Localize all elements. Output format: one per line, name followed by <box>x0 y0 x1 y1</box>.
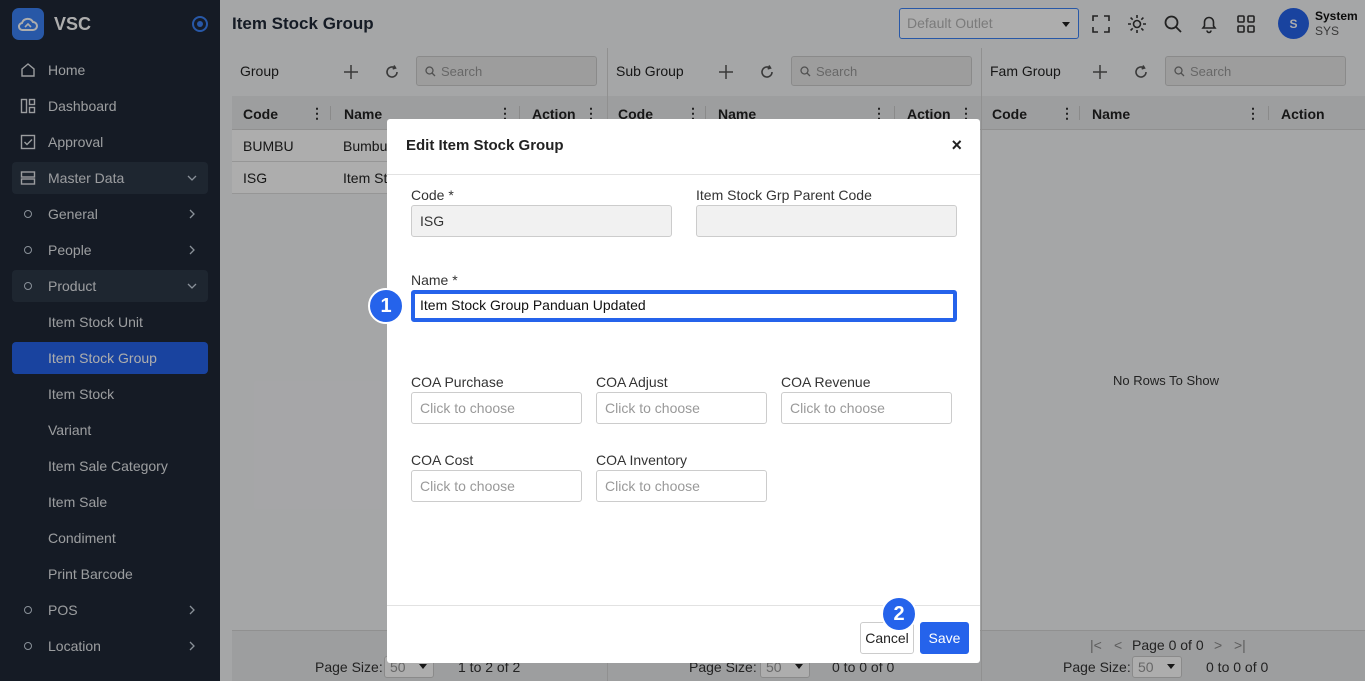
parent-code-field[interactable] <box>696 205 957 237</box>
close-icon[interactable]: × <box>951 135 962 155</box>
parent-code-label: Item Stock Grp Parent Code <box>696 187 872 203</box>
step-badge-1: 1 <box>368 288 404 324</box>
save-button[interactable]: Save <box>920 622 969 654</box>
step-badge-2: 2 <box>881 596 917 632</box>
coa-cost-label: COA Cost <box>411 452 474 468</box>
coa-revenue-field[interactable]: Click to choose <box>781 392 952 424</box>
coa-adjust-label: COA Adjust <box>596 374 668 390</box>
coa-purchase-label: COA Purchase <box>411 374 504 390</box>
code-label: Code * <box>411 187 454 203</box>
coa-purchase-field[interactable]: Click to choose <box>411 392 582 424</box>
coa-revenue-label: COA Revenue <box>781 374 871 390</box>
coa-cost-field[interactable]: Click to choose <box>411 470 582 502</box>
name-field[interactable]: Item Stock Group Panduan Updated <box>411 290 957 322</box>
coa-inventory-field[interactable]: Click to choose <box>596 470 767 502</box>
coa-inventory-label: COA Inventory <box>596 452 688 468</box>
edit-item-stock-group-dialog: Edit Item Stock Group × Code * ISG Item … <box>387 119 980 663</box>
code-field[interactable]: ISG <box>411 205 672 237</box>
dialog-title: Edit Item Stock Group <box>406 137 564 154</box>
coa-adjust-field[interactable]: Click to choose <box>596 392 767 424</box>
name-label: Name * <box>411 272 458 288</box>
